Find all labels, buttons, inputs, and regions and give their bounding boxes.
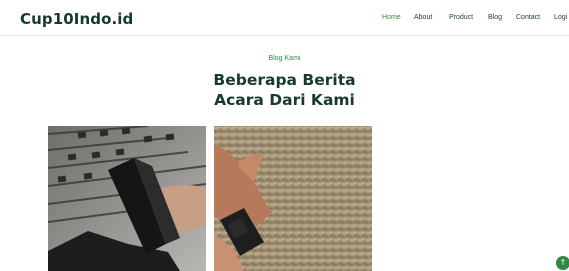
site-header: Cup10Indo.id Home About Product Blog Con…: [0, 0, 569, 36]
nav-link-contact[interactable]: Contact: [516, 14, 540, 21]
nav-link-blog[interactable]: Blog: [488, 14, 502, 21]
section-title-line2: Acara Dari Kami: [214, 91, 355, 109]
arrow-up-icon: ↑: [559, 258, 567, 267]
scroll-top-button[interactable]: ↑: [556, 256, 569, 270]
blog-card-image-1[interactable]: [48, 126, 206, 271]
nav-link-login[interactable]: Logi: [554, 14, 567, 21]
section-eyebrow: Blog Kami: [268, 55, 301, 62]
blog-card-image-2[interactable]: [214, 126, 372, 271]
section-title-line1: Beberapa Berita: [213, 71, 356, 89]
coffee-beans-photo: [214, 126, 372, 271]
bracket-photo: [48, 126, 206, 271]
section-title: Beberapa Berita Acara Dari Kami: [0, 70, 569, 110]
nav-link-product[interactable]: Product: [449, 14, 473, 21]
main-nav: Home About Product Blog Contact Logi: [0, 14, 569, 28]
nav-link-about[interactable]: About: [414, 14, 432, 21]
nav-link-home[interactable]: Home: [382, 14, 401, 21]
